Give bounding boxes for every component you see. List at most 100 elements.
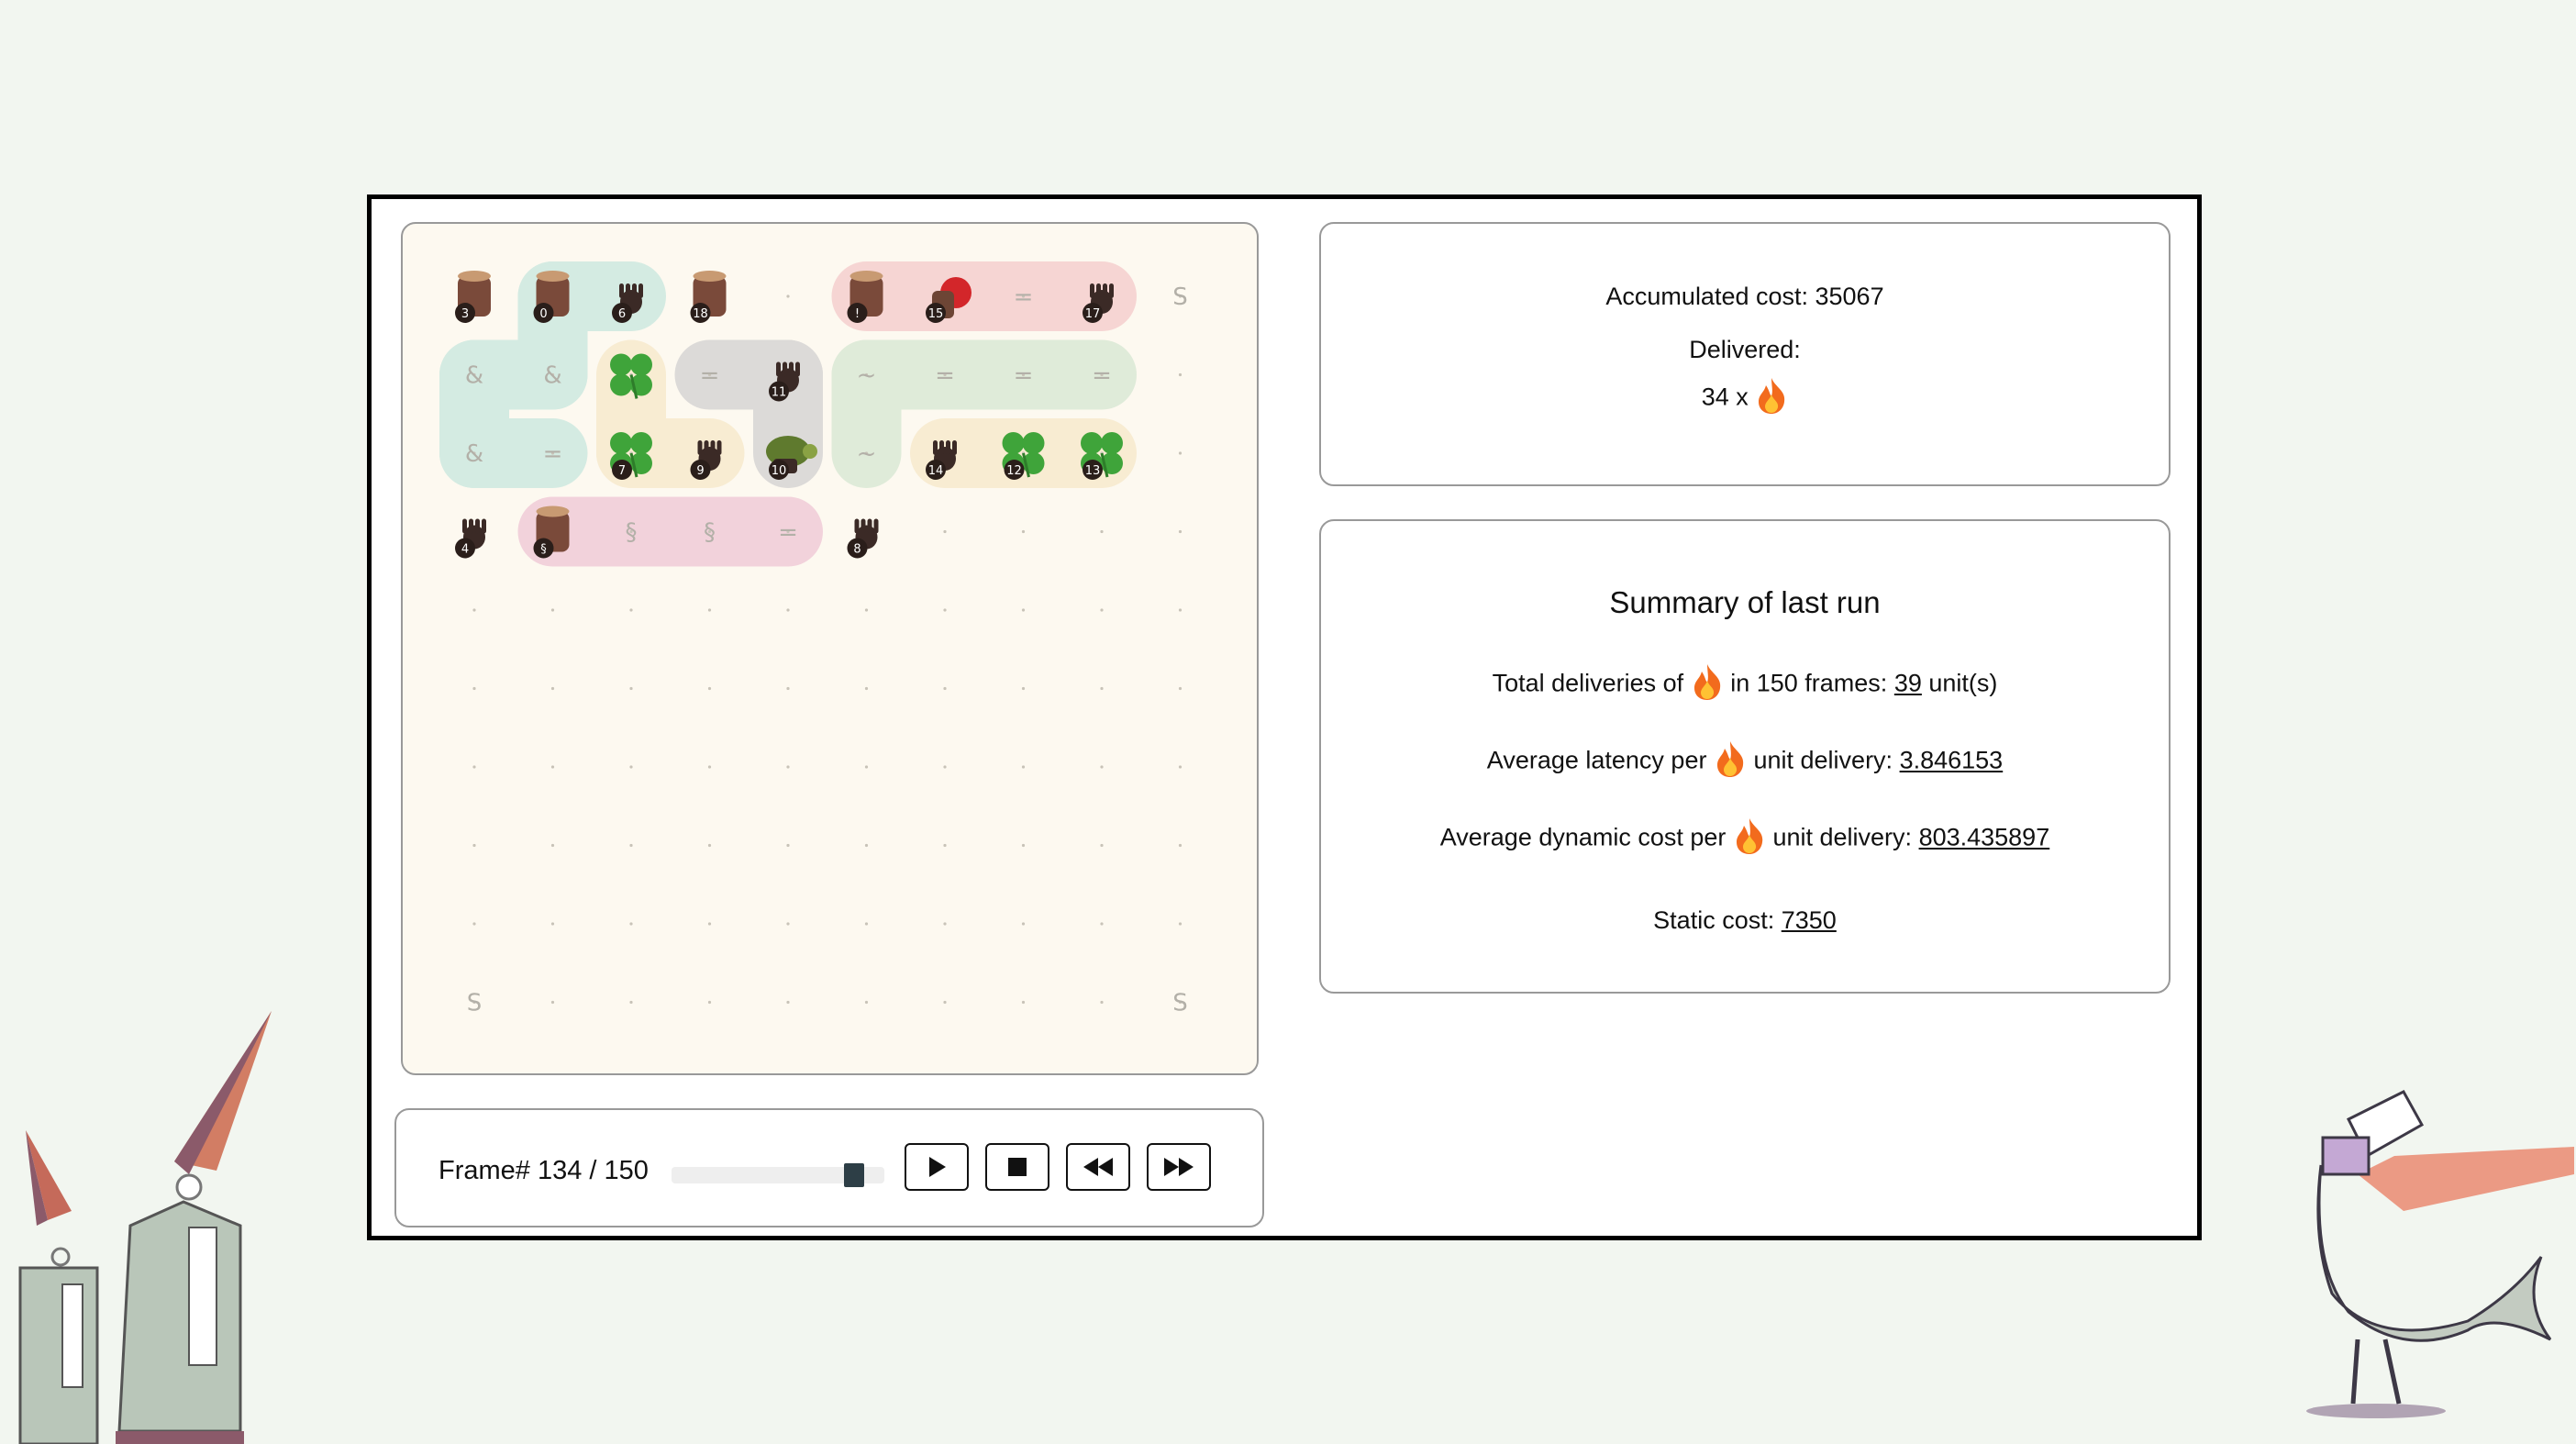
unit-number: 9 (696, 464, 704, 478)
grid-dot (550, 686, 555, 691)
cell-symbol: S (1172, 283, 1188, 311)
fire-icon (1691, 662, 1724, 707)
grid-dot (550, 1000, 555, 1005)
grid-dot (943, 686, 947, 691)
hand-finger (946, 440, 950, 455)
stump-top (693, 271, 727, 282)
fast-forward-icon (1164, 1158, 1194, 1176)
grid-dot (550, 608, 555, 612)
fire-icon (1714, 739, 1747, 784)
grid-dot (864, 1000, 869, 1005)
grid-dot (629, 922, 633, 926)
total-deliveries-row: Total deliveries of in 150 frames: 39 un… (1321, 662, 2169, 707)
unit-number: 7 (618, 464, 626, 478)
stump-top (536, 505, 570, 517)
clover-leaf (610, 432, 632, 454)
delivered-label: Delivered: (1689, 336, 1801, 363)
cell-symbol: S (1172, 990, 1188, 1017)
hand-finger (867, 518, 872, 534)
cell-symbol: § (704, 519, 716, 547)
hand-finger (710, 440, 716, 455)
grid-dot (864, 843, 869, 848)
grid-dot (629, 1000, 633, 1005)
average-latency-label: Average latency per (1486, 746, 1707, 774)
grid-dot (1178, 843, 1183, 848)
unit-number: 3 (461, 307, 469, 321)
unit-number: § (540, 543, 547, 557)
grid-dot (472, 608, 476, 612)
clover-leaf (1081, 432, 1103, 454)
cell-symbol: = (543, 440, 563, 468)
grid-dot (864, 686, 869, 691)
cell-symbol: = (1014, 362, 1034, 390)
cell-symbol: & (465, 362, 483, 390)
grid-dot (1100, 1000, 1104, 1005)
hand-finger (933, 440, 938, 455)
grid-dot (786, 608, 790, 612)
hand-finger (939, 440, 944, 455)
grid-dot (1021, 529, 1026, 534)
cell-symbol: ~ (857, 440, 877, 468)
game-board[interactable]: ==S&&==~===&==~=§§=SS30618!1517117910141… (401, 222, 1259, 1075)
grid-dot (629, 765, 633, 769)
unit-number: 6 (618, 307, 626, 321)
clover-leaf (1002, 432, 1025, 454)
hand-finger (462, 518, 467, 534)
cell-symbol: & (543, 362, 561, 390)
static-cost-value: 7350 (1781, 906, 1837, 934)
hand-finger (638, 283, 643, 298)
grid-dot (1021, 1000, 1026, 1005)
clover-leaf (1101, 432, 1123, 454)
grid-dot (786, 1000, 790, 1005)
cell-symbol: = (1014, 283, 1034, 311)
hand-finger (854, 518, 860, 534)
hand-finger (626, 283, 630, 298)
clover-leaf (610, 353, 632, 376)
stump-top (849, 271, 883, 282)
hand-finger (861, 518, 866, 534)
hand-finger (716, 440, 722, 455)
grid-dot (1021, 765, 1026, 769)
grid-dot (472, 686, 476, 691)
hand-finger (475, 518, 480, 534)
gnome-figures-illustration (18, 1011, 272, 1444)
unit-number: ! (855, 307, 860, 321)
cell-symbol: = (700, 362, 720, 390)
cell-symbol: = (778, 519, 798, 547)
hand-finger (789, 361, 794, 377)
grid-dot (1178, 451, 1183, 455)
grid-dot (707, 843, 712, 848)
turtle-head (803, 444, 817, 459)
rewind-icon (1083, 1158, 1113, 1176)
grid-dot (1178, 922, 1183, 926)
total-deliveries-value: 39 (1893, 669, 1922, 697)
hand-finger (697, 440, 703, 455)
grid-dot (943, 843, 947, 848)
total-deliveries-label: Total deliveries of (1492, 669, 1684, 697)
rewind-button[interactable] (1066, 1143, 1130, 1191)
frame-slider[interactable] (672, 1163, 884, 1187)
hand-finger (704, 440, 709, 455)
frame-slider-thumb[interactable] (844, 1163, 864, 1187)
grid-dot (1178, 608, 1183, 612)
unit-number: 18 (693, 307, 708, 321)
grid-dot (1100, 843, 1104, 848)
cell-symbol: = (935, 362, 955, 390)
fire-icon (1755, 376, 1788, 421)
fast-forward-button[interactable] (1147, 1143, 1211, 1191)
hand-finger (1109, 283, 1114, 298)
play-icon (929, 1157, 946, 1177)
stop-button[interactable] (985, 1143, 1049, 1191)
grid-dot (707, 922, 712, 926)
play-button[interactable] (905, 1143, 969, 1191)
clover-leaf (630, 353, 652, 376)
cell-symbol: S (467, 990, 483, 1017)
cell-symbol: ~ (857, 362, 877, 390)
grid-dot (786, 922, 790, 926)
unit-number: 12 (1006, 464, 1022, 478)
average-latency-row: Average latency per unit delivery: 3.846… (1321, 739, 2169, 784)
average-dynamic-cost-mid: unit delivery: (1772, 823, 1913, 851)
hand-finger (795, 361, 800, 377)
unit-number: 10 (772, 464, 787, 478)
hand-finger (469, 518, 473, 534)
